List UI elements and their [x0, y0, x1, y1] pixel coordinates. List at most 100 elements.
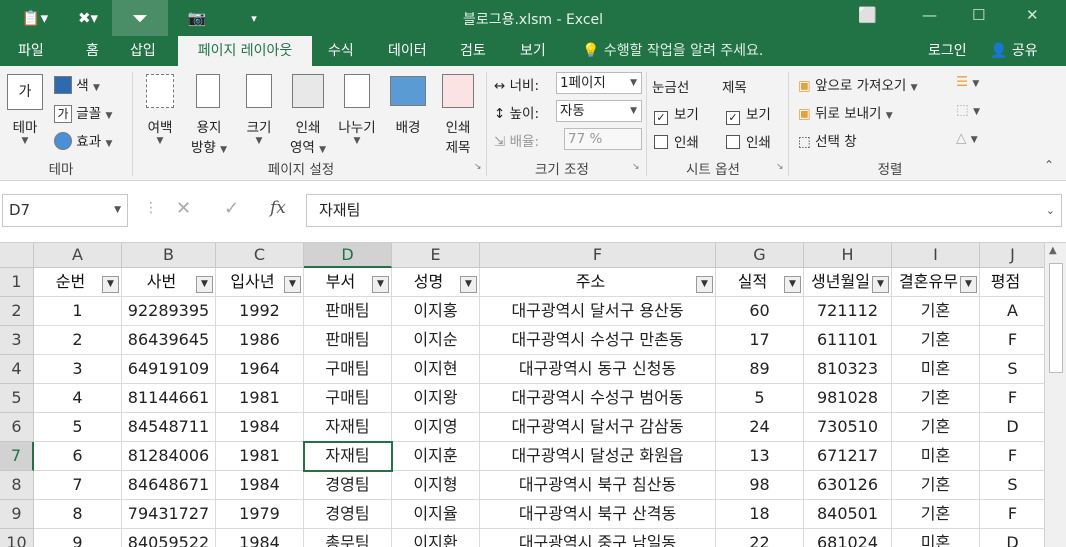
column-header-g[interactable]: G: [716, 243, 804, 268]
table-cell[interactable]: D: [980, 413, 1044, 442]
tab-view[interactable]: 보기: [514, 36, 552, 66]
tab-formulas[interactable]: 수식: [322, 36, 360, 66]
table-cell[interactable]: 84648671: [122, 471, 216, 500]
table-cell[interactable]: 구매팀: [304, 384, 392, 413]
table-cell[interactable]: 이지형: [392, 471, 480, 500]
row-header[interactable]: 5: [0, 384, 34, 413]
vertical-scrollbar[interactable]: ▲: [1044, 243, 1066, 547]
height-select[interactable]: 자동 ▼: [556, 100, 642, 122]
table-cell[interactable]: 이지현: [392, 355, 480, 384]
table-cell[interactable]: 구매팀: [304, 355, 392, 384]
column-header-b[interactable]: B: [122, 243, 216, 268]
table-cell[interactable]: 이지환: [392, 529, 480, 547]
scroll-up-icon[interactable]: ▲: [1049, 245, 1057, 256]
ribbon-display-icon[interactable]: ⬜: [858, 6, 877, 24]
table-cell[interactable]: F: [980, 442, 1044, 471]
header-cell-i[interactable]: 결혼유무 ▼: [892, 268, 980, 297]
header-cell-a[interactable]: 순번 ▼: [34, 268, 122, 297]
table-cell[interactable]: 2: [34, 326, 122, 355]
table-cell[interactable]: 5: [34, 413, 122, 442]
table-cell[interactable]: F: [980, 326, 1044, 355]
row-header[interactable]: 6: [0, 413, 34, 442]
table-cell[interactable]: 611101: [804, 326, 892, 355]
sign-in-link[interactable]: 로그인: [922, 36, 973, 66]
table-cell[interactable]: 92289395: [122, 297, 216, 326]
table-cell[interactable]: 981028: [804, 384, 892, 413]
group-objects-button[interactable]: ⬚ ▼: [956, 102, 980, 118]
formula-input[interactable]: 자재팀 ⌄: [306, 194, 1062, 227]
filter-dropdown-icon[interactable]: ▼: [460, 276, 477, 293]
table-cell[interactable]: 미혼: [892, 355, 980, 384]
table-cell[interactable]: 7: [34, 471, 122, 500]
table-cell[interactable]: 730510: [804, 413, 892, 442]
column-header-d[interactable]: D: [304, 243, 392, 268]
table-cell[interactable]: 17: [716, 326, 804, 355]
name-box[interactable]: D7 ▼: [2, 194, 128, 227]
table-cell[interactable]: 이지훈: [392, 442, 480, 471]
row-header[interactable]: 4: [0, 355, 34, 384]
filter-dropdown-icon[interactable]: ▼: [102, 276, 119, 293]
table-cell[interactable]: 대구광역시 북구 침산동: [480, 471, 716, 500]
dialog-launcher-icon[interactable]: ↘: [474, 162, 482, 172]
tab-page-layout[interactable]: 페이지 레이아웃: [178, 36, 312, 66]
table-cell[interactable]: 경영팀: [304, 471, 392, 500]
table-cell[interactable]: 1981: [216, 442, 304, 471]
gridlines-view-checkbox[interactable]: ✓ 보기: [654, 103, 699, 125]
table-cell[interactable]: 1964: [216, 355, 304, 384]
table-cell[interactable]: 721112: [804, 297, 892, 326]
table-cell[interactable]: 840501: [804, 500, 892, 529]
collapse-ribbon-icon[interactable]: ⌃: [1044, 158, 1054, 172]
column-header-i[interactable]: I: [892, 243, 980, 268]
header-cell-j[interactable]: 평점: [980, 268, 1044, 297]
rotate-button[interactable]: △ ▼: [956, 130, 978, 146]
table-cell[interactable]: 84059522: [122, 529, 216, 547]
table-cell[interactable]: 대구광역시 수성구 범어동: [480, 384, 716, 413]
maximize-icon[interactable]: ☐: [972, 6, 985, 24]
table-cell[interactable]: 86439645: [122, 326, 216, 355]
table-cell[interactable]: F: [980, 500, 1044, 529]
select-all-corner[interactable]: [0, 243, 34, 268]
filter-dropdown-icon[interactable]: ▼: [196, 276, 213, 293]
table-cell[interactable]: 경영팀: [304, 500, 392, 529]
filter-dropdown-icon[interactable]: ▼: [784, 276, 801, 293]
table-cell[interactable]: F: [980, 384, 1044, 413]
row-header[interactable]: 9: [0, 500, 34, 529]
table-cell[interactable]: 1992: [216, 297, 304, 326]
row-header[interactable]: 7: [0, 442, 34, 471]
table-cell[interactable]: 98: [716, 471, 804, 500]
table-cell[interactable]: 4: [34, 384, 122, 413]
effects-button[interactable]: 효과 ▼: [54, 130, 112, 150]
dialog-launcher-icon[interactable]: ↘: [776, 162, 784, 172]
headings-print-checkbox[interactable]: 인쇄: [726, 131, 771, 151]
table-cell[interactable]: 3: [34, 355, 122, 384]
table-cell[interactable]: 대구광역시 중구 남일동: [480, 529, 716, 547]
table-cell[interactable]: 기혼: [892, 500, 980, 529]
close-icon[interactable]: ✕: [1026, 6, 1039, 24]
cancel-icon[interactable]: ✕: [176, 198, 191, 219]
column-header-e[interactable]: E: [392, 243, 480, 268]
table-cell[interactable]: 81284006: [122, 442, 216, 471]
table-cell[interactable]: 판매팀: [304, 297, 392, 326]
table-cell[interactable]: 81144661: [122, 384, 216, 413]
table-cell[interactable]: 미혼: [892, 442, 980, 471]
selection-pane-button[interactable]: ⬚ 선택 창: [798, 130, 857, 150]
table-cell[interactable]: 기혼: [892, 326, 980, 355]
tab-insert[interactable]: 삽입: [124, 36, 162, 66]
table-cell[interactable]: 대구광역시 달서구 용산동: [480, 297, 716, 326]
colors-button[interactable]: 색 ▼: [54, 74, 100, 94]
table-cell[interactable]: S: [980, 471, 1044, 500]
table-cell[interactable]: 89: [716, 355, 804, 384]
table-cell[interactable]: 대구광역시 동구 신청동: [480, 355, 716, 384]
tab-home[interactable]: 홈: [80, 36, 105, 66]
table-cell[interactable]: 1984: [216, 529, 304, 547]
table-cell[interactable]: 1979: [216, 500, 304, 529]
gridlines-print-checkbox[interactable]: 인쇄: [654, 131, 699, 151]
width-select[interactable]: 1페이지 ▼: [556, 72, 642, 94]
table-cell[interactable]: 대구광역시 수성구 만촌동: [480, 326, 716, 355]
table-cell[interactable]: 18: [716, 500, 804, 529]
table-cell[interactable]: 대구광역시 북구 산격동: [480, 500, 716, 529]
table-cell[interactable]: 64919109: [122, 355, 216, 384]
header-cell-e[interactable]: 성명 ▼: [392, 268, 480, 297]
table-cell[interactable]: 미혼: [892, 529, 980, 547]
fonts-button[interactable]: 가 글꼴 ▼: [54, 102, 112, 123]
